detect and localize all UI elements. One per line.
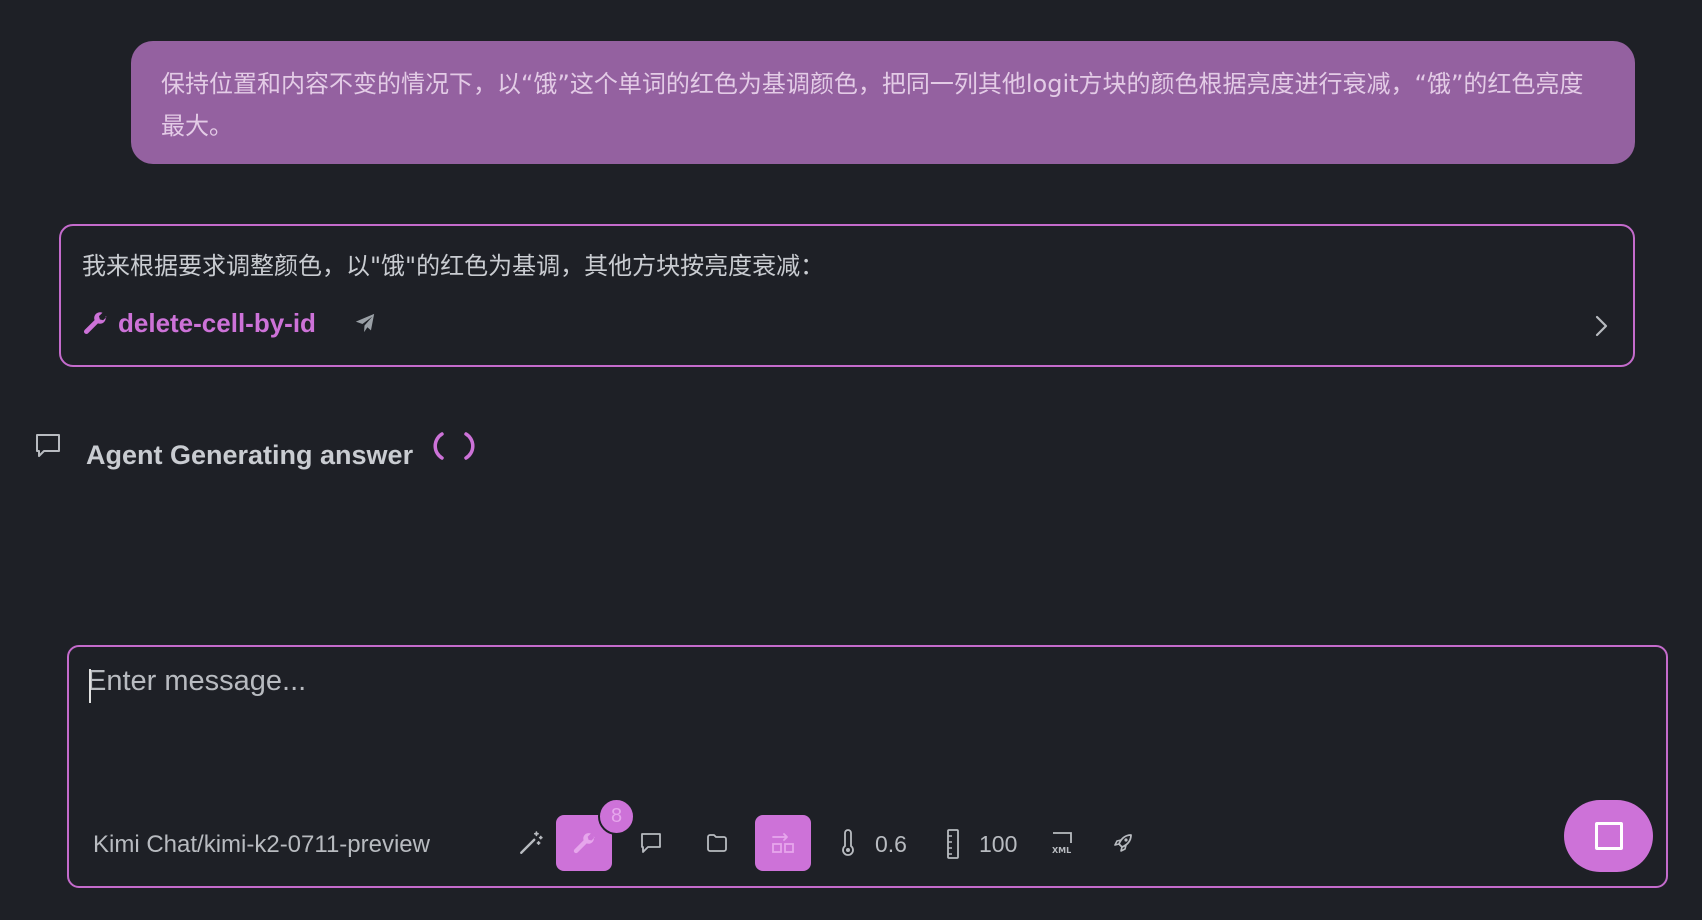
magic-wand-icon xyxy=(518,830,544,856)
rocket-button[interactable] xyxy=(1095,815,1151,871)
chat-bubble-icon xyxy=(34,432,62,460)
stop-icon xyxy=(1594,822,1623,850)
chat-bubble-icon xyxy=(639,831,663,855)
wrench-icon xyxy=(82,310,108,336)
layout-button[interactable] xyxy=(755,815,811,871)
max-tokens-value[interactable]: 100 xyxy=(979,831,1017,858)
assistant-message-text: 我来根据要求调整颜色，以"饿"的红色为基调，其他方块按亮度衰减： xyxy=(82,252,825,280)
xml-button[interactable]: XML xyxy=(1034,815,1090,871)
tool-call-name: delete-cell-by-id xyxy=(118,307,316,338)
user-message-bubble: 保持位置和内容不变的情况下，以“饿”这个单词的红色为基调颜色，把同一列其他log… xyxy=(131,41,1635,164)
stop-button[interactable] xyxy=(1564,800,1653,872)
message-composer: Kimi Chat/kimi-k2-0711-preview xyxy=(67,645,1668,888)
model-selector[interactable]: Kimi Chat/kimi-k2-0711-preview xyxy=(93,831,430,859)
chat-button[interactable] xyxy=(623,815,679,871)
xml-file-icon: XML xyxy=(1049,830,1075,856)
folder-button[interactable] xyxy=(689,815,745,871)
magic-wand-button[interactable] xyxy=(503,815,559,871)
loading-spinner-icon xyxy=(432,428,480,468)
assistant-message-card: 我来根据要求调整颜色，以"饿"的红色为基调，其他方块按亮度衰减： delete-… xyxy=(59,224,1635,367)
agent-status: Agent Generating answer xyxy=(34,428,534,478)
text-caret xyxy=(89,669,91,703)
chevron-right-icon[interactable] xyxy=(1591,314,1611,338)
message-input[interactable] xyxy=(87,665,1487,775)
status-text: Agent Generating answer xyxy=(86,440,414,470)
temperature-value[interactable]: 0.6 xyxy=(875,831,907,858)
send-icon xyxy=(354,312,376,334)
chat-page: 保持位置和内容不变的情况下，以“饿”这个单词的红色为基调颜色，把同一列其他log… xyxy=(0,0,1702,920)
wrench-icon xyxy=(572,831,596,855)
thermometer-icon xyxy=(839,829,857,857)
composer-toolbar: Kimi Chat/kimi-k2-0711-preview 8 0.6 100… xyxy=(69,798,1666,871)
user-message-text: 保持位置和内容不变的情况下，以“饿”这个单词的红色为基调颜色，把同一列其他log… xyxy=(161,70,1584,140)
ruler-icon xyxy=(945,829,961,859)
layout-grid-icon xyxy=(770,830,796,856)
rocket-icon xyxy=(1111,831,1135,855)
folder-icon xyxy=(705,831,729,855)
tool-call-row[interactable]: delete-cell-by-id xyxy=(82,306,376,340)
svg-text:XML: XML xyxy=(1052,846,1071,855)
